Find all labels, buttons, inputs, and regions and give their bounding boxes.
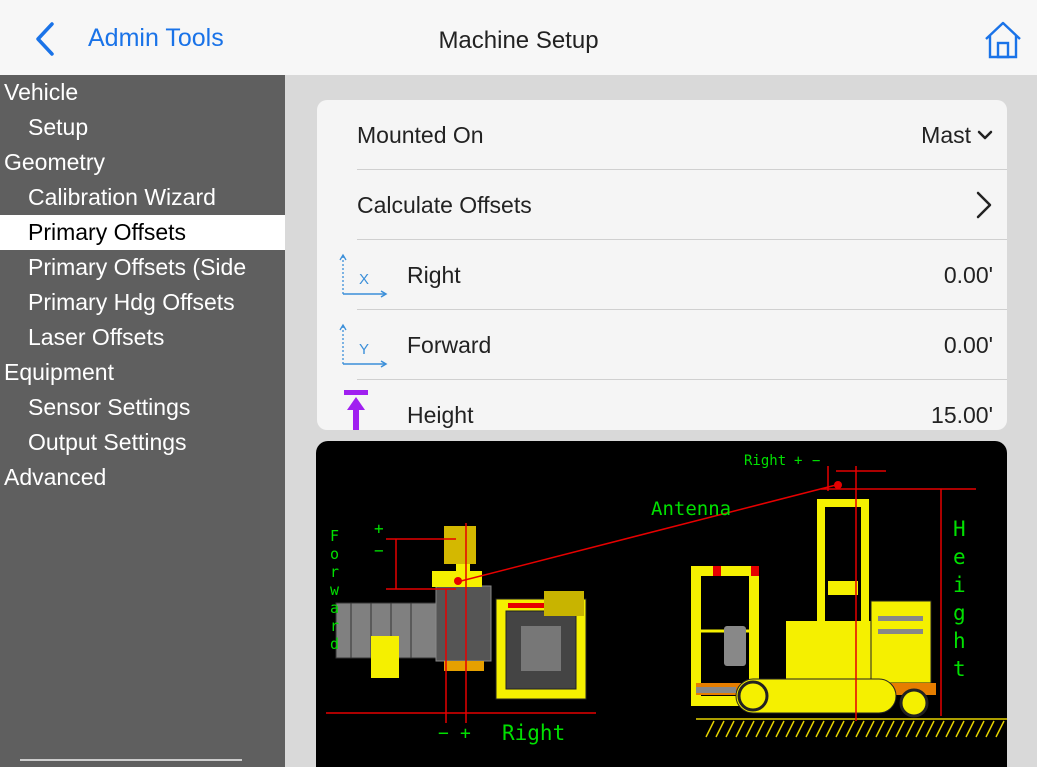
sidebar-item-sensor-settings[interactable]: Sensor Settings (0, 390, 285, 425)
y-axis-icon: Y (339, 323, 388, 368)
mounted-on-value[interactable]: Mast (921, 100, 971, 170)
forward-offset-value[interactable]: 0.00' (944, 310, 993, 380)
right-bottom-label: Right (502, 721, 565, 745)
sidebar-item-calibration-wizard[interactable]: Calibration Wizard (0, 180, 285, 215)
page-title: Machine Setup (438, 27, 599, 54)
sidebar-scroll-indicator[interactable] (20, 759, 242, 761)
chevron-down-icon[interactable] (977, 130, 993, 140)
plus-left: + (374, 519, 384, 538)
calculate-offsets-label: Calculate Offsets (357, 192, 532, 218)
sidebar: Vehicle Setup Geometry Calibration Wizar… (0, 75, 285, 767)
antenna-label: Antenna (651, 498, 731, 520)
sidebar-item-advanced[interactable]: Advanced (0, 460, 285, 495)
height-offset-value[interactable]: 15.00' (931, 380, 993, 430)
axis-y-text: Y (359, 341, 369, 358)
ground-hatch (696, 718, 1007, 738)
plus-bottom: + (460, 723, 471, 744)
mounted-on-row[interactable]: Mounted On Mast (317, 100, 1007, 170)
sidebar-item-primary-offsets-side[interactable]: Primary Offsets (Side (0, 250, 285, 285)
sidebar-item-setup[interactable]: Setup (0, 110, 285, 145)
height-vertical-label: Hei ght (953, 517, 978, 681)
sidebar-item-primary-hdg-offsets[interactable]: Primary Hdg Offsets (0, 285, 285, 320)
sidebar-item-equipment[interactable]: Equipment (0, 355, 285, 390)
height-offset-row[interactable]: Height 15.00' (317, 380, 1007, 430)
sidebar-item-primary-offsets[interactable]: Primary Offsets (0, 215, 285, 250)
minus-top: − (812, 453, 820, 469)
offset-diagram: Antenna Right Right + − − + + − For ward… (316, 441, 1007, 767)
chevron-right-icon[interactable] (975, 190, 993, 220)
forward-offset-row[interactable]: Y Forward 0.00' (317, 310, 1007, 380)
minus-left: − (374, 541, 384, 560)
right-offset-row[interactable]: X Right 0.00' (317, 240, 1007, 310)
plus-top: + (794, 453, 802, 469)
calculate-offsets-row[interactable]: Calculate Offsets (317, 170, 1007, 240)
right-offset-label: Right (407, 262, 461, 288)
sidebar-item-laser-offsets[interactable]: Laser Offsets (0, 320, 285, 355)
offset-diagram-drawing: Antenna Right Right + − − + + − For ward… (326, 453, 1007, 745)
mounted-on-label: Mounted On (357, 122, 484, 148)
settings-card: Mounted On Mast Calculate Offsets X Righ… (317, 100, 1007, 430)
right-top-label: Right (744, 453, 786, 469)
sidebar-item-output-settings[interactable]: Output Settings (0, 425, 285, 460)
forward-offset-label: Forward (407, 332, 492, 358)
top-bar: Admin Tools Machine Setup (0, 0, 1037, 75)
height-offset-label: Height (407, 402, 474, 428)
x-axis-icon: X (339, 253, 388, 298)
side-view-machine (691, 499, 936, 718)
minus-bottom: − (438, 723, 449, 744)
sidebar-item-vehicle[interactable]: Vehicle (0, 75, 285, 110)
right-offset-value[interactable]: 0.00' (944, 240, 993, 310)
sidebar-item-geometry[interactable]: Geometry (0, 145, 285, 180)
height-icon (344, 390, 368, 430)
home-icon[interactable] (982, 19, 1024, 61)
axis-x-text: X (359, 271, 369, 288)
